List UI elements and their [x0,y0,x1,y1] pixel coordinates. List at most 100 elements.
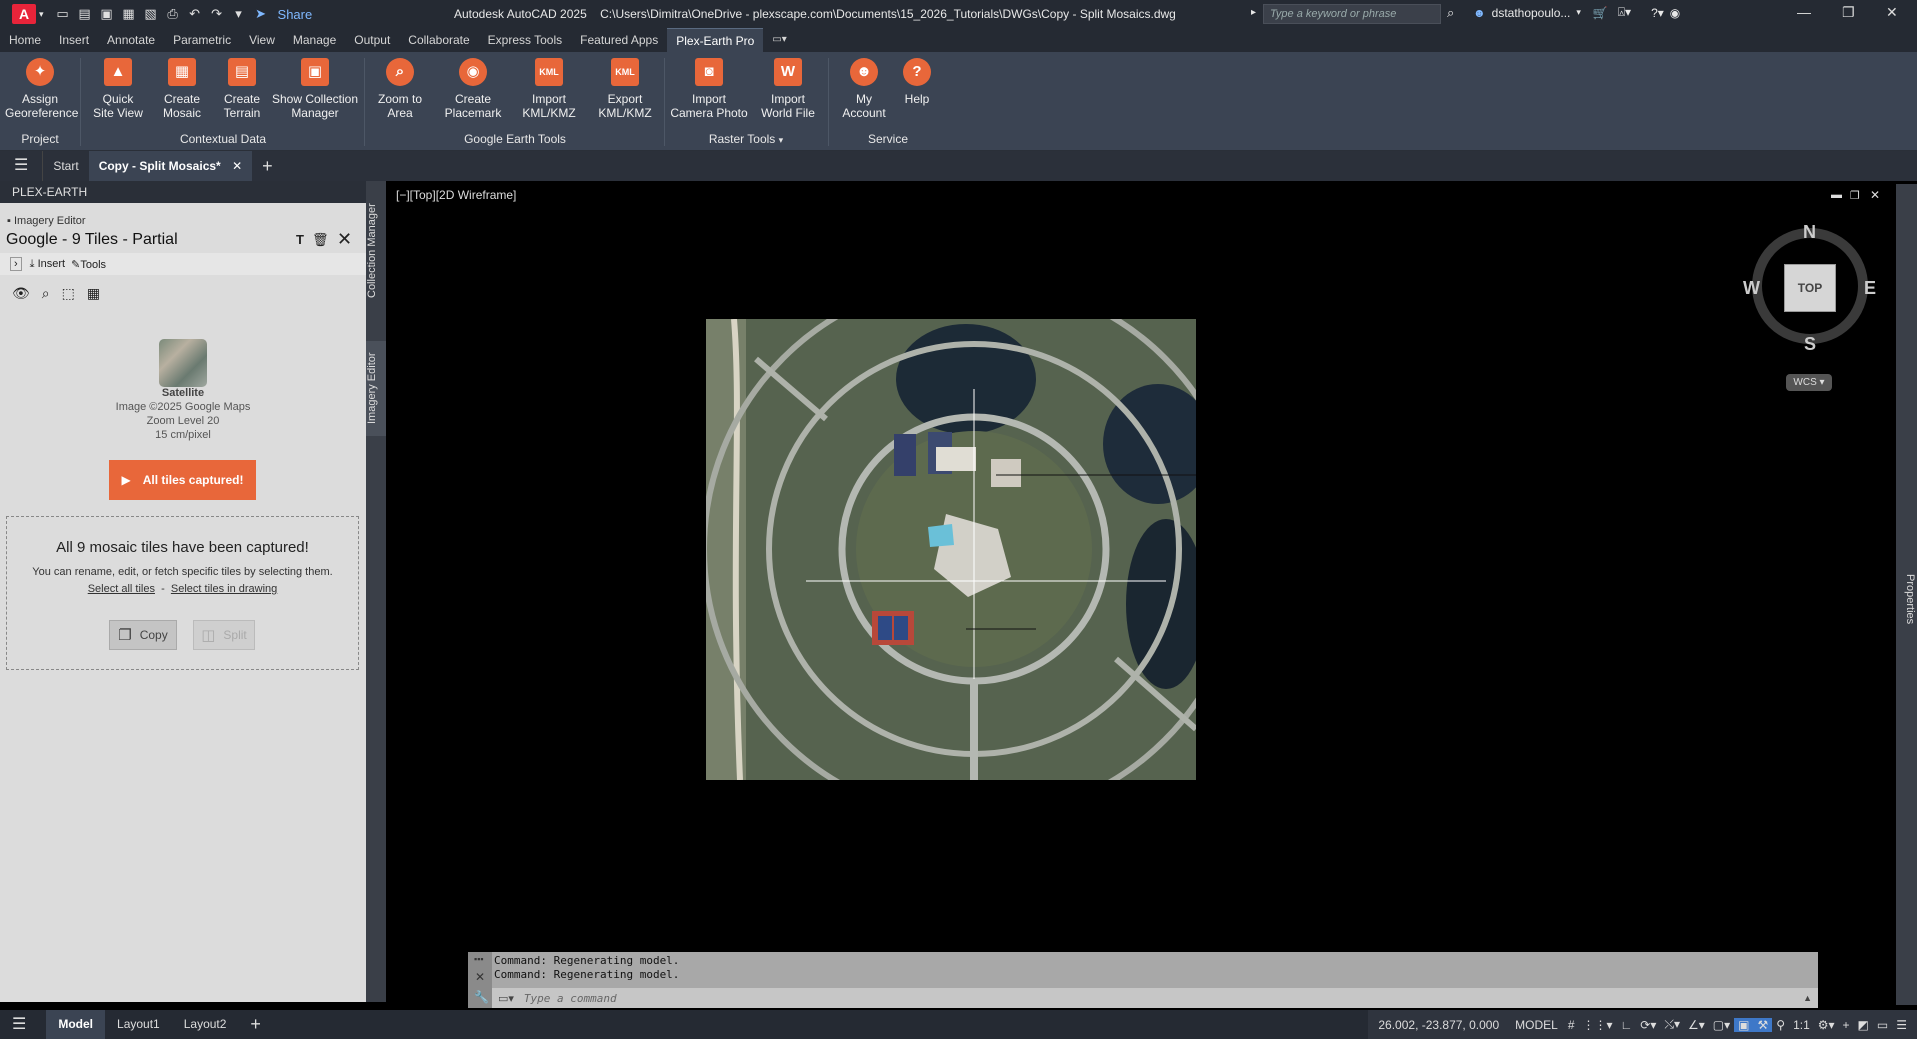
satellite-thumbnail[interactable] [159,339,207,387]
ribbon-options-icon[interactable]: ▭▾ [763,28,795,52]
redo-icon[interactable]: ↷ [206,6,228,22]
polar-icon[interactable]: ⟳▾ [1636,1018,1660,1032]
transparency-icon[interactable]: ▢▾ [1709,1018,1734,1032]
close-panel-icon[interactable]: ✕ [337,229,352,250]
cart-icon[interactable]: 🛒 [1593,6,1608,20]
fullscreen-icon[interactable]: ▭ [1873,1018,1892,1032]
wrench-icon[interactable]: 🔧 [474,990,489,1004]
group-raster-tools[interactable]: Raster Tools ▾ [668,132,824,146]
compass-south[interactable]: S [1804,334,1816,355]
tab-imagery-editor[interactable]: Imagery Editor [366,341,386,436]
tab-view[interactable]: View [240,28,284,52]
import-kml-button[interactable]: KML Import KML/KMZ [518,58,580,120]
quick-site-view-button[interactable]: ▲ Quick Site View [88,58,148,120]
tab-express-tools[interactable]: Express Tools [479,28,571,52]
close-window-icon[interactable]: ✕ [1886,4,1898,21]
compass-east[interactable]: E [1864,278,1876,299]
snap-icon[interactable]: ⋮⋮▾ [1579,1018,1617,1032]
select-tiles-in-drawing-link[interactable]: Select tiles in drawing [171,583,277,595]
tab-parametric[interactable]: Parametric [164,28,240,52]
insert-menu[interactable]: ⤓ Insert [30,258,65,271]
grip-icon[interactable]: ▪▪▪ [474,954,484,964]
select-all-tiles-link[interactable]: Select all tiles [88,583,155,595]
wcs-menu[interactable]: WCS ▾ [1786,374,1832,391]
tile-grid-icon[interactable]: ▦ [87,285,100,302]
command-history-chevron-icon[interactable]: ▲ [1803,993,1812,1003]
command-prompt-icon[interactable]: ▭▾ [498,992,514,1005]
help-button[interactable]: ? Help [894,58,940,106]
split-button[interactable]: ◫ Split [193,620,255,650]
user-name[interactable]: dstathopoulo... [1492,6,1571,20]
save-icon[interactable]: ▣ [96,6,118,22]
plus-icon[interactable]: + [1839,1018,1854,1032]
create-placemark-button[interactable]: ◉ Create Placemark [442,58,504,120]
share-button[interactable]: Share [278,7,313,22]
close-tab-icon[interactable]: ✕ [232,159,242,173]
text-format-icon[interactable]: T [296,232,304,247]
trash-icon[interactable]: 🗑 [312,232,329,248]
minimize-icon[interactable]: — [1797,4,1811,20]
zoom-to-area-button[interactable]: ⌕ Zoom to Area [370,58,430,120]
tab-home[interactable]: Home [0,28,50,52]
tab-featured-apps[interactable]: Featured Apps [571,28,667,52]
create-terrain-button[interactable]: ▤ Create Terrain [212,58,272,120]
model-space-toggle[interactable]: MODEL [1509,1018,1564,1032]
compass-west[interactable]: W [1743,278,1760,299]
search-input[interactable]: Type a keyword or phrase [1263,4,1441,24]
annotation-scale[interactable]: 1:1 [1789,1018,1814,1032]
satellite-mosaic-image[interactable] [706,319,1196,780]
cloud-icon[interactable]: ◉ [1670,6,1680,20]
open-folder-icon[interactable]: ▤ [74,6,96,22]
annotation-visibility-icon[interactable]: ⚒ [1753,1017,1773,1032]
app-menu-chevron-icon[interactable]: ▾ [39,9,44,20]
command-input[interactable]: Type a command [524,992,617,1005]
viewport-minimize-icon[interactable]: ▬ [1831,189,1842,201]
tab-collection-manager[interactable]: Collection Manager [366,201,386,301]
compass-north[interactable]: N [1803,222,1816,243]
viewport-controls-label[interactable]: [−][Top][2D Wireframe] [396,188,516,202]
expand-arrow-icon[interactable]: ▸ [1251,7,1256,18]
new-layout-icon[interactable]: + [238,1010,273,1039]
isolate-objects-icon[interactable]: ◩ [1854,1018,1873,1032]
my-account-button[interactable]: ☻ My Account [836,58,892,120]
help-circle-icon[interactable]: ?▾ [1651,6,1664,20]
restore-icon[interactable]: ❐ [1842,4,1855,21]
tab-current-drawing[interactable]: Copy - Split Mosaics* ✕ [88,151,253,181]
publish-icon[interactable]: ▧ [140,6,162,22]
magnifier-icon[interactable]: ⌕ [42,285,50,302]
viewcube-top-face[interactable]: TOP [1784,264,1836,312]
new-tab-icon[interactable]: + [252,151,283,181]
status-menu-icon[interactable]: ☰ [0,1010,38,1039]
customize-chevron-icon[interactable]: ▾ [228,6,250,22]
import-camera-photo-button[interactable]: ◙ Import Camera Photo [668,58,750,120]
expand-chevron-icon[interactable]: › [10,257,22,271]
ortho-icon[interactable]: ∟ [1617,1018,1637,1032]
coordinates-readout[interactable]: 26.002, -23.877, 0.000 [1368,1018,1509,1032]
user-chevron-icon[interactable]: ▾ [1576,7,1581,18]
all-tiles-captured-button[interactable]: ▶ All tiles captured! [109,460,256,500]
export-kml-button[interactable]: KML Export KML/KMZ [594,58,656,120]
copy-button[interactable]: ❐ Copy [109,620,177,650]
search-icon[interactable]: ⌕ [1447,5,1454,21]
annotation-scale-icon[interactable]: ⚲ [1772,1018,1789,1032]
show-collection-manager-button[interactable]: ▣ Show Collection Manager [270,58,360,120]
share-icon[interactable]: ➤ [250,6,272,22]
tab-plex-earth-pro[interactable]: Plex-Earth Pro [667,28,764,52]
tab-layout2[interactable]: Layout2 [172,1010,239,1039]
customize-menu-icon[interactable]: ☰ [1892,1018,1911,1032]
tab-properties[interactable]: Properties [1896,564,1916,634]
tab-layout1[interactable]: Layout1 [105,1010,172,1039]
undo-icon[interactable]: ↶ [184,6,206,22]
tools-menu[interactable]: ✎Tools [71,258,106,271]
new-file-icon[interactable]: ▭ [52,6,74,22]
tab-annotate[interactable]: Annotate [98,28,164,52]
assign-georeference-button[interactable]: ✦ Assign Georeference [5,58,78,120]
autodesk-icon[interactable]: ⍓▾ [1618,5,1631,20]
user-icon[interactable]: ☻ [1473,6,1486,20]
tab-collaborate[interactable]: Collaborate [399,28,478,52]
selection-cycling-icon[interactable]: ▣ [1734,1017,1754,1032]
import-world-file-button[interactable]: W Import World File [752,58,824,120]
autocad-logo-icon[interactable]: A [12,4,36,24]
tab-insert[interactable]: Insert [50,28,98,52]
save-as-icon[interactable]: ▦ [118,6,140,22]
